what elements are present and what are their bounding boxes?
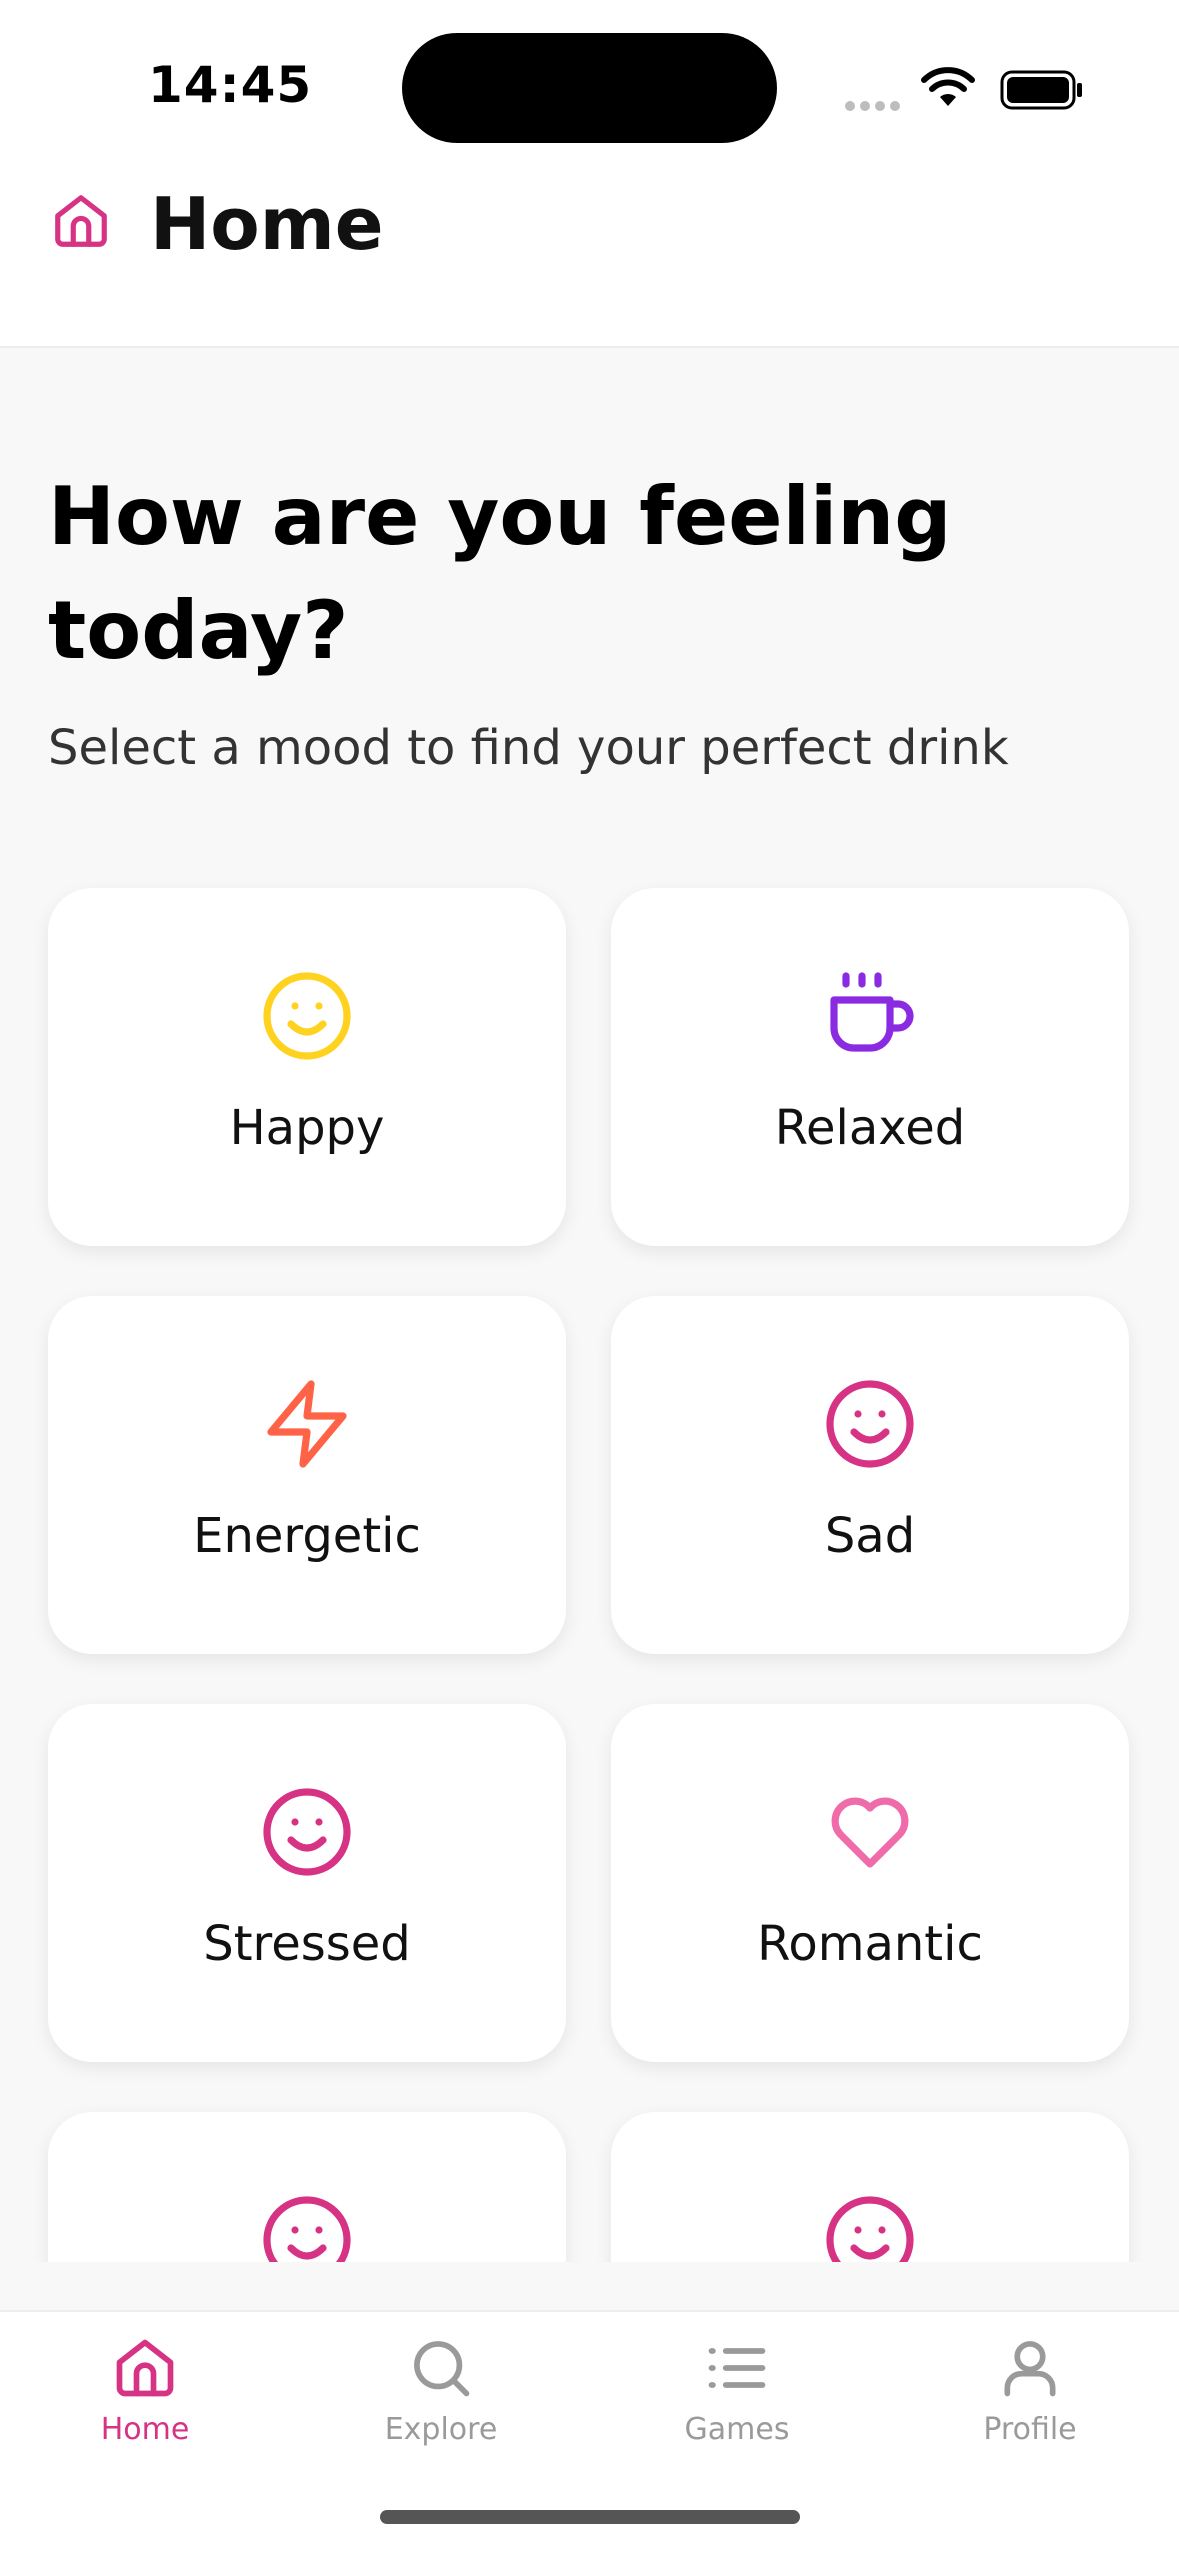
dynamic-island bbox=[402, 33, 777, 143]
cellular-signal-icon bbox=[845, 96, 905, 115]
person-icon bbox=[1004, 2341, 1056, 2397]
nav-item-explore[interactable]: Explore bbox=[341, 2334, 541, 2447]
list-icon bbox=[708, 2348, 766, 2388]
home-indicator[interactable] bbox=[380, 2510, 800, 2524]
mood-card-sad[interactable]: Sad bbox=[611, 1296, 1129, 1654]
mood-label: Happy bbox=[229, 1100, 385, 1156]
wifi-icon bbox=[921, 67, 975, 106]
mood-label: Romantic bbox=[757, 1916, 983, 1972]
lightning-icon bbox=[267, 1380, 347, 1468]
mood-card-romantic[interactable]: Romantic bbox=[611, 1704, 1129, 2062]
status-bar: 14:45 bbox=[0, 0, 1179, 160]
mood-label: Energetic bbox=[193, 1508, 421, 1564]
mood-card-happy[interactable]: Happy bbox=[48, 888, 566, 1246]
mood-card-stressed[interactable]: Stressed bbox=[48, 1704, 566, 2062]
nav-label-profile: Profile bbox=[983, 2412, 1077, 2447]
scroll-clip bbox=[0, 2262, 1179, 2310]
nav-label-home: Home bbox=[100, 2412, 190, 2447]
mood-subtitle: Select a mood to find your perfect drink bbox=[48, 720, 1009, 776]
nav-label-games: Games bbox=[684, 2412, 790, 2447]
page-title: Home bbox=[150, 182, 384, 266]
mood-label: Stressed bbox=[203, 1916, 411, 1972]
battery-icon bbox=[1000, 70, 1082, 110]
search-icon bbox=[414, 2341, 470, 2397]
mood-question-heading: How are you feeling today? bbox=[48, 470, 952, 677]
mood-card-relaxed[interactable]: Relaxed bbox=[611, 888, 1129, 1246]
mood-label: Relaxed bbox=[774, 1100, 966, 1156]
nav-label-explore: Explore bbox=[384, 2412, 498, 2447]
smile-icon bbox=[826, 1380, 914, 1468]
nav-item-home[interactable]: Home bbox=[45, 2334, 245, 2447]
smile-icon bbox=[263, 972, 351, 1060]
status-time: 14:45 bbox=[148, 56, 313, 114]
heart-icon bbox=[831, 1797, 909, 1868]
mood-card-energetic[interactable]: Energetic bbox=[48, 1296, 566, 1654]
home-icon bbox=[55, 195, 107, 247]
nav-item-games[interactable]: Games bbox=[637, 2334, 837, 2447]
nav-item-profile[interactable]: Profile bbox=[930, 2334, 1130, 2447]
smile-icon bbox=[263, 1788, 351, 1876]
home-icon bbox=[116, 2339, 174, 2397]
app-header: Home bbox=[0, 160, 1179, 348]
coffee-cup-icon bbox=[830, 972, 914, 1052]
mood-label: Sad bbox=[824, 1508, 916, 1564]
